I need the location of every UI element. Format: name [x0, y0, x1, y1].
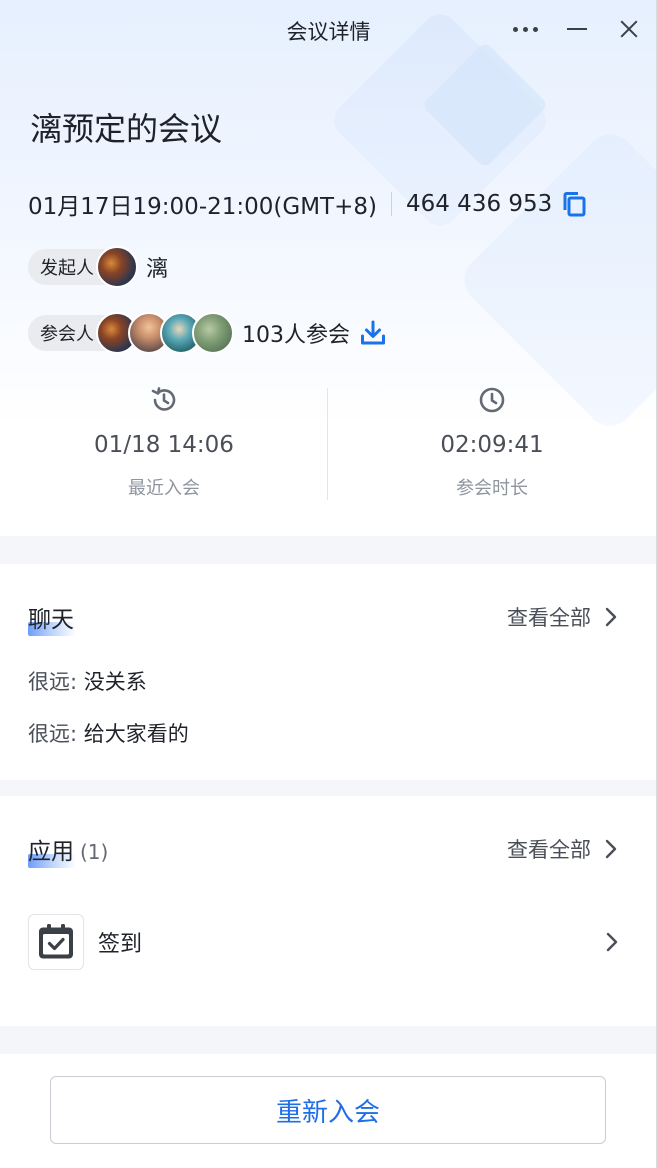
- view-all-label: 查看全部: [507, 606, 591, 630]
- apps-view-all-button[interactable]: 查看全部: [507, 834, 617, 864]
- chevron-right-icon: [606, 932, 618, 956]
- meeting-time: 01月17日19:00-21:00(GMT+8): [28, 194, 377, 220]
- more-options-button[interactable]: [510, 14, 540, 44]
- bottom-bar: 重新入会: [0, 1054, 656, 1168]
- meeting-title: 漓预定的会议: [30, 110, 223, 148]
- apps-section: 应用 (1) 查看全部 签到: [0, 796, 656, 1026]
- avatar: [192, 312, 234, 354]
- meeting-details-window: 会议详情 漓预定的会议 01月17日19:00-21:00(GMT+8) 464…: [0, 0, 657, 1168]
- participants-row: 参会人 103人参会: [28, 312, 388, 354]
- window-title: 会议详情: [286, 20, 371, 44]
- rejoin-button[interactable]: 重新入会: [50, 1076, 606, 1144]
- download-icon[interactable]: [360, 319, 388, 347]
- calendar-check-icon: [28, 914, 84, 970]
- duration-label: 参会时长: [456, 478, 528, 499]
- participants-label: 参会人: [40, 324, 94, 345]
- message-text: 没关系: [77, 670, 147, 694]
- copy-icon[interactable]: [562, 191, 588, 217]
- chat-view-all-button[interactable]: 查看全部: [507, 602, 617, 632]
- meeting-id: 464 436 953: [405, 191, 553, 217]
- chat-section: 聊天 查看全部 很远: 没关系 很远: 给大家看的: [0, 564, 656, 780]
- last-join-stat: 01/18 14:06 最近入会: [0, 386, 328, 500]
- message-sender: 很远:: [28, 722, 78, 746]
- initiator-label: 发起人: [40, 258, 94, 279]
- apps-title: 应用 (1): [28, 832, 109, 868]
- close-button[interactable]: [614, 14, 644, 44]
- section-gap: [0, 780, 656, 796]
- section-gap: [0, 536, 656, 564]
- chat-title: 聊天: [28, 600, 76, 636]
- minimize-icon: [567, 28, 587, 30]
- chat-message: 很远: 没关系: [28, 666, 147, 696]
- avatar[interactable]: [96, 246, 138, 288]
- apps-count: (1): [80, 840, 109, 864]
- apps-title-text: 应用: [28, 839, 74, 865]
- view-all-label: 查看全部: [507, 838, 591, 862]
- chevron-right-icon: [605, 839, 617, 859]
- chat-title-text: 聊天: [28, 607, 74, 633]
- chevron-right-icon: [605, 607, 617, 627]
- more-icon: [512, 26, 538, 32]
- last-join-value: 01/18 14:06: [94, 432, 234, 458]
- initiator-name: 漓: [146, 257, 169, 282]
- last-join-label: 最近入会: [128, 478, 200, 499]
- app-name: 签到: [98, 932, 143, 957]
- initiator-avatars: [96, 246, 138, 288]
- duration-stat: 02:09:41 参会时长: [328, 386, 656, 500]
- clock-icon: [328, 386, 656, 418]
- history-icon: [0, 386, 328, 418]
- message-text: 给大家看的: [77, 722, 189, 746]
- minimize-button[interactable]: [562, 14, 592, 44]
- participant-avatars[interactable]: [96, 312, 234, 354]
- message-sender: 很远:: [28, 670, 78, 694]
- initiator-row: 发起人 漓: [28, 246, 168, 288]
- section-gap: [0, 1026, 656, 1054]
- duration-value: 02:09:41: [440, 432, 544, 458]
- title-bar: 会议详情: [0, 0, 656, 58]
- divider: [390, 192, 392, 216]
- chat-message: 很远: 给大家看的: [28, 718, 189, 748]
- app-item-sign-in[interactable]: 签到: [28, 914, 618, 970]
- meeting-info-row: 01月17日19:00-21:00(GMT+8) 464 436 953: [28, 188, 588, 220]
- close-icon: [619, 19, 639, 39]
- meeting-stats: 01/18 14:06 最近入会 02:09:41 参会时长: [0, 386, 656, 502]
- participant-count[interactable]: 103人参会: [242, 317, 350, 349]
